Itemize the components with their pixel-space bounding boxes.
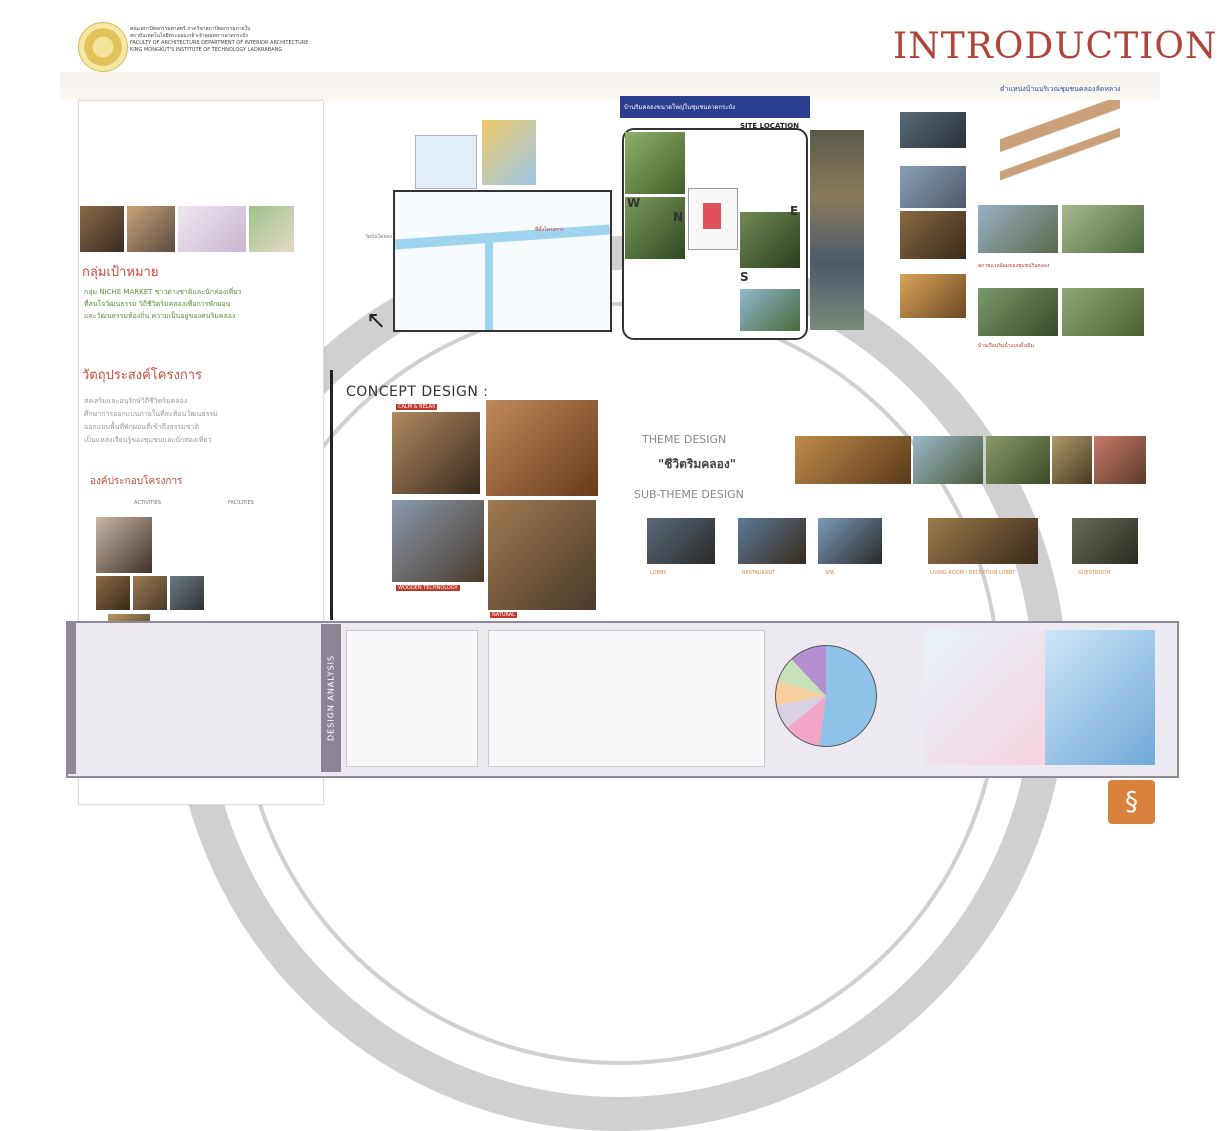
site-photo-strip — [810, 130, 864, 330]
header-org-line1: คณะสถาปัตยกรรมศาสตร์ ภาควิชาสถาปัตยกรรมภ… — [130, 26, 251, 32]
right-photo-2 — [900, 166, 966, 208]
right-photo-3 — [900, 211, 966, 259]
page-title: INTRODUCTION — [893, 26, 1218, 67]
target-photo-1 — [80, 206, 124, 252]
compass-w: W — [627, 196, 641, 210]
region-map — [482, 120, 536, 185]
site-plan — [688, 188, 738, 250]
thailand-map — [415, 135, 477, 189]
sub-theme-label: SUB-THEME DESIGN — [634, 488, 744, 501]
activity-photo-1 — [96, 517, 152, 573]
header-org-line4: KING MONGKUT'S INSTITUTE OF TECHNOLOGY L… — [130, 47, 283, 53]
activity-photo-2 — [96, 576, 130, 610]
right-caption-2: บ้านเรือนริมน้ำแบบดั้งเดิม — [978, 343, 1034, 349]
target-item: และวัฒนธรรมท้องถิ่น ความเป็นอยู่ของคนริม… — [84, 312, 236, 320]
theme-photo-5 — [1094, 436, 1146, 484]
analysis-left-tab — [66, 621, 76, 774]
compass-n: N — [673, 210, 684, 224]
map-label-site: ที่ตั้งโครงการ — [535, 227, 564, 233]
compass-s: S — [740, 270, 749, 284]
arrow-icon: ↖ — [366, 306, 387, 334]
activity-photo-3 — [133, 576, 167, 610]
theme-label: THEME DESIGN — [642, 433, 727, 446]
sub-theme-caption: RESTAURANT — [742, 570, 776, 576]
right-photo-5 — [978, 205, 1058, 253]
site-photo-east — [740, 212, 800, 268]
target-item: กลุ่ม NICHE MARKET ชาวต่างชาติและนักท่อง… — [84, 288, 242, 296]
site-area-map — [393, 190, 612, 332]
objective-item: เป็นแหล่งเรียนรู้ของชุมชนและนักท่องเที่ย… — [84, 436, 212, 444]
concept-frame — [330, 370, 1163, 620]
concept-photo-4 — [488, 500, 596, 610]
corner-logo: § — [1108, 780, 1155, 824]
right-photo-4 — [900, 274, 966, 318]
sub-theme-photo-1 — [647, 518, 715, 564]
sub-theme-photo-3 — [818, 518, 882, 564]
header-org-line2: สถาบันเทคโนโลยีพระจอมเกล้าเจ้าคุณทหารลาด… — [130, 33, 248, 39]
site-banner: บ้านริมคลองขนาดใหญ่ในชุมชนลาดกระบัง — [620, 96, 810, 118]
theme-photo-2 — [913, 436, 983, 484]
objective-item: ศึกษาการออกแบบภายในที่สะท้อนวัฒนธรรม — [84, 410, 218, 418]
sub-theme-caption: GUESTROOM — [1078, 570, 1111, 576]
theme-photo-1 — [795, 436, 911, 484]
compass-e: E — [790, 204, 799, 218]
activity-photo-4 — [170, 576, 204, 610]
concept-photo-2 — [486, 400, 598, 496]
concept-tag-3: NATURAL — [490, 612, 517, 618]
target-photo-3 — [178, 206, 246, 252]
header-band — [60, 72, 1160, 100]
target-item: ที่สนใจวัฒนธรรม วิถีชีวิตริมคลองเพื่อการ… — [84, 300, 231, 308]
concept-tag-1: CALM & RELAX — [396, 404, 438, 410]
header-org-line3: FACULTY OF ARCHITECTURE DEPARTMENT OF IN… — [130, 40, 309, 46]
facilities-label: FACILITIES — [228, 500, 254, 506]
design-analysis-tab: DESIGN ANALYSIS — [321, 624, 341, 772]
theme-photo-3 — [986, 436, 1050, 484]
site-plot-marker — [703, 203, 721, 229]
analysis-diagram-1 — [346, 630, 478, 767]
concept-photo-3 — [392, 500, 484, 582]
sub-theme-caption: SPA — [825, 570, 835, 576]
target-photo-2 — [127, 206, 175, 252]
canal-line — [485, 242, 493, 330]
analysis-diagram-2 — [488, 630, 765, 767]
theme-photo-4 — [1052, 436, 1092, 484]
concept-tag-2: WOODEN TECHNOLOGY — [396, 585, 460, 591]
analysis-pie-chart — [775, 645, 877, 747]
right-photo-8 — [1062, 288, 1144, 336]
sub-theme-caption: LOBBY — [650, 570, 667, 576]
faculty-logo — [78, 22, 128, 72]
components-heading: องค์ประกอบโครงการ — [90, 476, 183, 487]
right-caption-1: สภาพแวดล้อมของชุมชนริมคลอง — [978, 263, 1050, 269]
right-photo-1 — [900, 112, 966, 148]
analysis-diagram-3 — [925, 630, 1045, 765]
concept-heading: CONCEPT DESIGN : — [346, 384, 489, 400]
map-label-temple: วัดบันไดทอง — [365, 234, 393, 240]
sub-theme-photo-2 — [738, 518, 806, 564]
site-photo-south — [740, 289, 800, 331]
sub-theme-photo-5 — [1072, 518, 1138, 564]
sub-theme-photo-4 — [928, 518, 1038, 564]
objective-heading: วัตถุประสงค์โครงการ — [82, 368, 202, 383]
sub-theme-caption: LIVING ROOM / RECEPTION LOBBY — [930, 570, 1016, 576]
theme-value: "ชีวิตริมคลอง" — [658, 457, 736, 471]
site-photo-north — [625, 132, 685, 194]
analysis-diagram-4 — [1045, 630, 1155, 765]
target-photo-4 — [249, 206, 294, 252]
community-map — [1000, 100, 1120, 185]
river-line — [394, 224, 611, 250]
target-heading: กลุ่มเป้าหมาย — [82, 265, 159, 280]
right-photo-6 — [1062, 205, 1144, 253]
objective-item: ออกแบบพื้นที่พักผ่อนที่เข้าถึงธรรมชาติ — [84, 423, 200, 431]
right-photo-7 — [978, 288, 1058, 336]
right-heading: ตำแหน่งบ้านบริเวณชุมชนคลองลัดหลวง — [1000, 85, 1121, 93]
activities-label: ACTIVITIES — [134, 500, 162, 506]
concept-photo-1 — [392, 412, 480, 494]
objective-item: ส่งเสริมและอนุรักษ์วิถีชีวิตริมคลอง — [84, 397, 188, 405]
